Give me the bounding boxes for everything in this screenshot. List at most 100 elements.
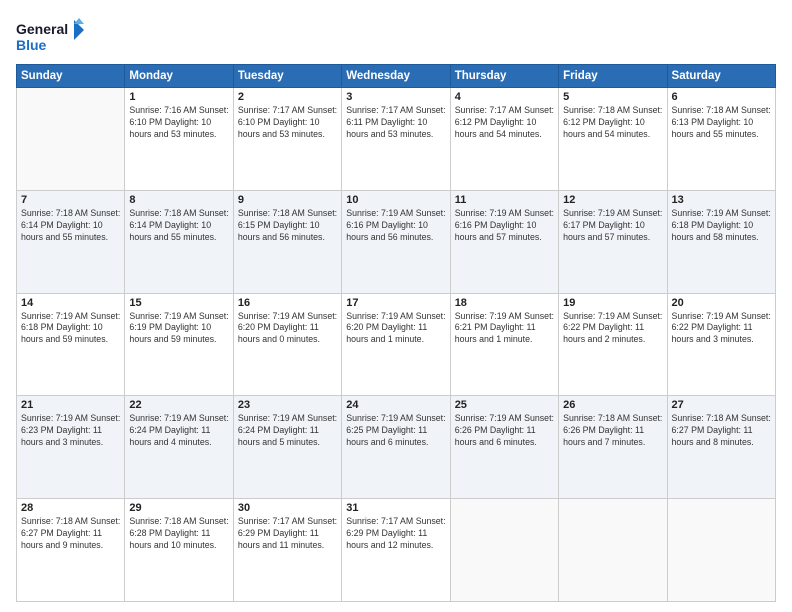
- day-info: Sunrise: 7:19 AM Sunset: 6:18 PM Dayligh…: [672, 208, 771, 244]
- calendar-day-cell: 29 Sunrise: 7:18 AM Sunset: 6:28 PM Dayli…: [125, 499, 233, 602]
- weekday-header-wednesday: Wednesday: [342, 65, 450, 88]
- day-number: 6: [672, 91, 771, 103]
- calendar-day-cell: [450, 499, 558, 602]
- calendar-day-cell: 10Sunrise: 7:19 AM Sunset: 6:16 PM Dayli…: [342, 190, 450, 293]
- weekday-header-saturday: Saturday: [667, 65, 775, 88]
- day-info: Sunrise: 7:17 AM Sunset: 6:29 PM Dayligh…: [346, 516, 445, 552]
- calendar-day-cell: 12Sunrise: 7:19 AM Sunset: 6:17 PM Dayli…: [559, 190, 667, 293]
- day-info: Sunrise: 7:18 AM Sunset: 6:15 PM Dayligh…: [238, 208, 337, 244]
- day-info: Sunrise: 7:19 AM Sunset: 6:24 PM Dayligh…: [129, 413, 228, 449]
- calendar-day-cell: 23Sunrise: 7:19 AM Sunset: 6:24 PM Dayli…: [233, 396, 341, 499]
- calendar-day-cell: 15 Sunrise: 7:19 AM Sunset: 6:19 PM Dayli…: [125, 293, 233, 396]
- day-info: Sunrise: 7:19 AM Sunset: 6:19 PM Dayligh…: [129, 311, 228, 347]
- day-number: 13: [672, 194, 771, 206]
- calendar-day-cell: 11 Sunrise: 7:19 AM Sunset: 6:16 PM Dayli…: [450, 190, 558, 293]
- weekday-header-monday: Monday: [125, 65, 233, 88]
- logo: General Blue: [16, 16, 86, 56]
- day-info: Sunrise: 7:19 AM Sunset: 6:22 PM Dayligh…: [672, 311, 771, 347]
- calendar-day-cell: 31Sunrise: 7:17 AM Sunset: 6:29 PM Dayli…: [342, 499, 450, 602]
- day-number: 18: [455, 297, 554, 309]
- calendar-day-cell: 19Sunrise: 7:19 AM Sunset: 6:22 PM Dayli…: [559, 293, 667, 396]
- day-number: 8: [129, 194, 228, 206]
- day-number: 5: [563, 91, 662, 103]
- day-number: 16: [238, 297, 337, 309]
- calendar-day-cell: 30 Sunrise: 7:17 AM Sunset: 6:29 PM Dayli…: [233, 499, 341, 602]
- calendar-day-cell: 2 Sunrise: 7:17 AM Sunset: 6:10 PM Daylig…: [233, 88, 341, 191]
- day-info: Sunrise: 7:17 AM Sunset: 6:11 PM Dayligh…: [346, 105, 445, 141]
- day-info: Sunrise: 7:18 AM Sunset: 6:27 PM Dayligh…: [21, 516, 120, 552]
- calendar-day-cell: 4 Sunrise: 7:17 AM Sunset: 6:12 PM Daylig…: [450, 88, 558, 191]
- calendar-day-cell: 27Sunrise: 7:18 AM Sunset: 6:27 PM Dayli…: [667, 396, 775, 499]
- day-number: 22: [129, 399, 228, 411]
- svg-text:General: General: [16, 21, 68, 37]
- day-info: Sunrise: 7:17 AM Sunset: 6:29 PM Dayligh…: [238, 516, 337, 552]
- calendar-week-row: 21Sunrise: 7:19 AM Sunset: 6:23 PM Dayli…: [17, 396, 776, 499]
- calendar-day-cell: 22 Sunrise: 7:19 AM Sunset: 6:24 PM Dayli…: [125, 396, 233, 499]
- calendar-day-cell: 6 Sunrise: 7:18 AM Sunset: 6:13 PM Daylig…: [667, 88, 775, 191]
- day-info: Sunrise: 7:17 AM Sunset: 6:10 PM Dayligh…: [238, 105, 337, 141]
- calendar-day-cell: 21Sunrise: 7:19 AM Sunset: 6:23 PM Dayli…: [17, 396, 125, 499]
- day-number: 23: [238, 399, 337, 411]
- calendar-table: SundayMondayTuesdayWednesdayThursdayFrid…: [16, 64, 776, 602]
- calendar-week-row: 14Sunrise: 7:19 AM Sunset: 6:18 PM Dayli…: [17, 293, 776, 396]
- day-number: 19: [563, 297, 662, 309]
- calendar-day-cell: [667, 499, 775, 602]
- day-info: Sunrise: 7:19 AM Sunset: 6:16 PM Dayligh…: [455, 208, 554, 244]
- day-number: 17: [346, 297, 445, 309]
- day-info: Sunrise: 7:18 AM Sunset: 6:13 PM Dayligh…: [672, 105, 771, 141]
- day-number: 9: [238, 194, 337, 206]
- day-number: 28: [21, 502, 120, 514]
- weekday-header-row: SundayMondayTuesdayWednesdayThursdayFrid…: [17, 65, 776, 88]
- calendar-day-cell: 18 Sunrise: 7:19 AM Sunset: 6:21 PM Dayli…: [450, 293, 558, 396]
- calendar-day-cell: 1Sunrise: 7:16 AM Sunset: 6:10 PM Daylig…: [125, 88, 233, 191]
- day-info: Sunrise: 7:18 AM Sunset: 6:14 PM Dayligh…: [129, 208, 228, 244]
- day-number: 10: [346, 194, 445, 206]
- day-info: Sunrise: 7:19 AM Sunset: 6:23 PM Dayligh…: [21, 413, 120, 449]
- weekday-header-tuesday: Tuesday: [233, 65, 341, 88]
- day-info: Sunrise: 7:19 AM Sunset: 6:18 PM Dayligh…: [21, 311, 120, 347]
- day-info: Sunrise: 7:19 AM Sunset: 6:20 PM Dayligh…: [346, 311, 445, 347]
- day-number: 4: [455, 91, 554, 103]
- day-number: 3: [346, 91, 445, 103]
- day-number: 24: [346, 399, 445, 411]
- calendar-week-row: 7 Sunrise: 7:18 AM Sunset: 6:14 PM Daylig…: [17, 190, 776, 293]
- calendar-day-cell: 5 Sunrise: 7:18 AM Sunset: 6:12 PM Daylig…: [559, 88, 667, 191]
- svg-text:Blue: Blue: [16, 37, 47, 53]
- logo-svg: General Blue: [16, 16, 86, 56]
- calendar-day-cell: 20 Sunrise: 7:19 AM Sunset: 6:22 PM Dayli…: [667, 293, 775, 396]
- calendar-day-cell: 13 Sunrise: 7:19 AM Sunset: 6:18 PM Dayli…: [667, 190, 775, 293]
- calendar-day-cell: [17, 88, 125, 191]
- calendar-week-row: 28 Sunrise: 7:18 AM Sunset: 6:27 PM Dayli…: [17, 499, 776, 602]
- calendar-day-cell: 26Sunrise: 7:18 AM Sunset: 6:26 PM Dayli…: [559, 396, 667, 499]
- day-number: 25: [455, 399, 554, 411]
- day-number: 7: [21, 194, 120, 206]
- day-info: Sunrise: 7:18 AM Sunset: 6:12 PM Dayligh…: [563, 105, 662, 141]
- day-info: Sunrise: 7:18 AM Sunset: 6:28 PM Dayligh…: [129, 516, 228, 552]
- calendar-day-cell: 7 Sunrise: 7:18 AM Sunset: 6:14 PM Daylig…: [17, 190, 125, 293]
- day-number: 30: [238, 502, 337, 514]
- weekday-header-sunday: Sunday: [17, 65, 125, 88]
- day-info: Sunrise: 7:19 AM Sunset: 6:21 PM Dayligh…: [455, 311, 554, 347]
- day-number: 27: [672, 399, 771, 411]
- calendar-day-cell: 24 Sunrise: 7:19 AM Sunset: 6:25 PM Dayli…: [342, 396, 450, 499]
- day-info: Sunrise: 7:18 AM Sunset: 6:26 PM Dayligh…: [563, 413, 662, 449]
- day-number: 11: [455, 194, 554, 206]
- day-number: 1: [129, 91, 228, 103]
- day-number: 15: [129, 297, 228, 309]
- day-info: Sunrise: 7:19 AM Sunset: 6:26 PM Dayligh…: [455, 413, 554, 449]
- weekday-header-thursday: Thursday: [450, 65, 558, 88]
- calendar-day-cell: 14Sunrise: 7:19 AM Sunset: 6:18 PM Dayli…: [17, 293, 125, 396]
- day-number: 29: [129, 502, 228, 514]
- calendar-day-cell: 8 Sunrise: 7:18 AM Sunset: 6:14 PM Daylig…: [125, 190, 233, 293]
- calendar-week-row: 1Sunrise: 7:16 AM Sunset: 6:10 PM Daylig…: [17, 88, 776, 191]
- day-info: Sunrise: 7:18 AM Sunset: 6:14 PM Dayligh…: [21, 208, 120, 244]
- day-number: 2: [238, 91, 337, 103]
- calendar-day-cell: 28 Sunrise: 7:18 AM Sunset: 6:27 PM Dayli…: [17, 499, 125, 602]
- calendar-day-cell: 16Sunrise: 7:19 AM Sunset: 6:20 PM Dayli…: [233, 293, 341, 396]
- calendar-day-cell: 25 Sunrise: 7:19 AM Sunset: 6:26 PM Dayli…: [450, 396, 558, 499]
- day-info: Sunrise: 7:17 AM Sunset: 6:12 PM Dayligh…: [455, 105, 554, 141]
- calendar-day-cell: 9 Sunrise: 7:18 AM Sunset: 6:15 PM Daylig…: [233, 190, 341, 293]
- day-info: Sunrise: 7:19 AM Sunset: 6:25 PM Dayligh…: [346, 413, 445, 449]
- day-info: Sunrise: 7:19 AM Sunset: 6:17 PM Dayligh…: [563, 208, 662, 244]
- day-number: 20: [672, 297, 771, 309]
